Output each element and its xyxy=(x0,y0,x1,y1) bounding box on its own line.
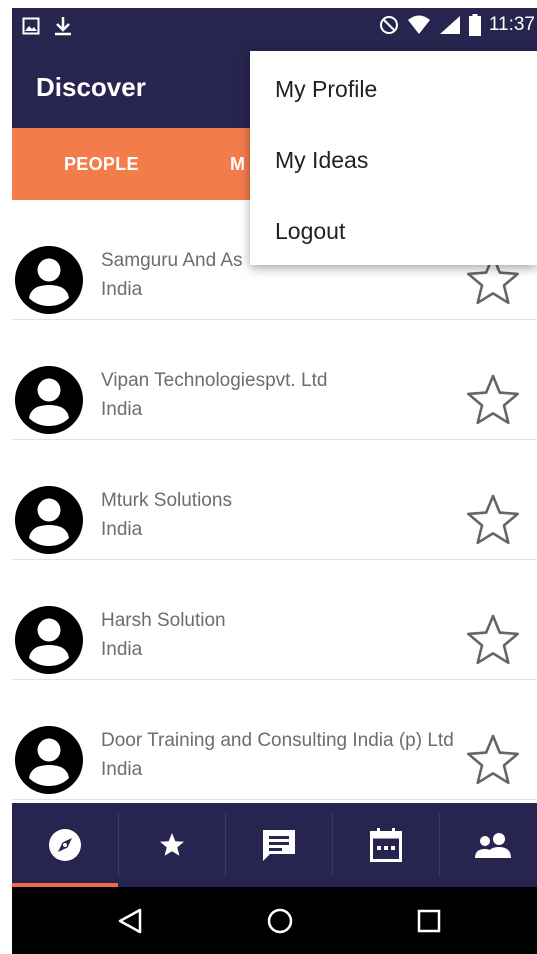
signal-icon xyxy=(439,16,460,34)
wifi-icon xyxy=(407,15,430,34)
avatar-icon xyxy=(15,246,83,314)
star-icon xyxy=(159,833,184,856)
back-icon xyxy=(118,908,142,933)
recents-icon xyxy=(417,909,441,932)
list-item[interactable]: Harsh Solution India xyxy=(12,560,537,680)
list-item-name: Vipan Technologiespvt. Ltd xyxy=(101,370,328,391)
menu-item-my-profile[interactable]: My Profile xyxy=(275,76,377,103)
home-icon xyxy=(267,908,293,933)
calendar-icon xyxy=(369,828,402,862)
list-item-name: Samguru And As xyxy=(101,250,243,271)
star-outline-icon[interactable] xyxy=(464,732,522,790)
compass-icon xyxy=(48,829,81,861)
list-item-country: India xyxy=(101,399,143,420)
list-item[interactable]: Vipan Technologiespvt. Ltd India xyxy=(12,320,537,440)
battery-icon xyxy=(468,14,481,36)
nav-events[interactable] xyxy=(333,803,438,887)
nav-people[interactable] xyxy=(440,803,537,887)
star-outline-icon[interactable] xyxy=(464,612,522,670)
nav-discover[interactable] xyxy=(12,803,117,887)
do-not-disturb-icon xyxy=(379,16,398,34)
bottom-navigation xyxy=(12,803,537,887)
avatar-icon xyxy=(15,606,83,674)
avatar-icon xyxy=(15,726,83,794)
list-item-name: Harsh Solution xyxy=(101,610,226,631)
status-time: 11:37 xyxy=(488,14,535,35)
list-item-name: Door Training and Consulting India (p) L… xyxy=(101,730,454,751)
status-bar: 11:37 xyxy=(12,8,537,46)
home-button[interactable] xyxy=(240,887,320,954)
system-navigation-bar xyxy=(12,887,537,954)
menu-item-logout[interactable]: Logout xyxy=(275,218,345,245)
page-title: Discover xyxy=(36,72,146,102)
back-button[interactable] xyxy=(90,887,170,954)
avatar-icon xyxy=(15,366,83,434)
list-item-name: Mturk Solutions xyxy=(101,490,232,511)
list-item-country: India xyxy=(101,759,143,780)
list-item[interactable]: Mturk Solutions India xyxy=(12,440,537,560)
star-outline-icon[interactable] xyxy=(464,372,522,430)
list-item-country: India xyxy=(101,279,143,300)
list-item[interactable]: Door Training and Consulting India (p) L… xyxy=(12,680,537,800)
star-outline-icon[interactable] xyxy=(464,492,522,550)
list-item-country: India xyxy=(101,519,143,540)
recents-button[interactable] xyxy=(389,887,469,954)
overflow-menu: My Profile My Ideas Logout xyxy=(250,51,537,265)
list-item-country: India xyxy=(101,639,143,660)
tab-people[interactable]: PEOPLE xyxy=(64,128,139,200)
app-screen: 11:37 Discover PEOPLE M Samguru And As I… xyxy=(12,8,537,954)
nav-messages[interactable] xyxy=(226,803,331,887)
nav-favorites[interactable] xyxy=(119,803,224,887)
people-icon xyxy=(474,833,511,858)
avatar-icon xyxy=(15,486,83,554)
image-icon xyxy=(22,17,40,35)
download-icon xyxy=(55,17,71,36)
tab-second[interactable]: M xyxy=(230,128,245,200)
menu-item-my-ideas[interactable]: My Ideas xyxy=(275,147,368,174)
chat-icon xyxy=(262,830,295,861)
